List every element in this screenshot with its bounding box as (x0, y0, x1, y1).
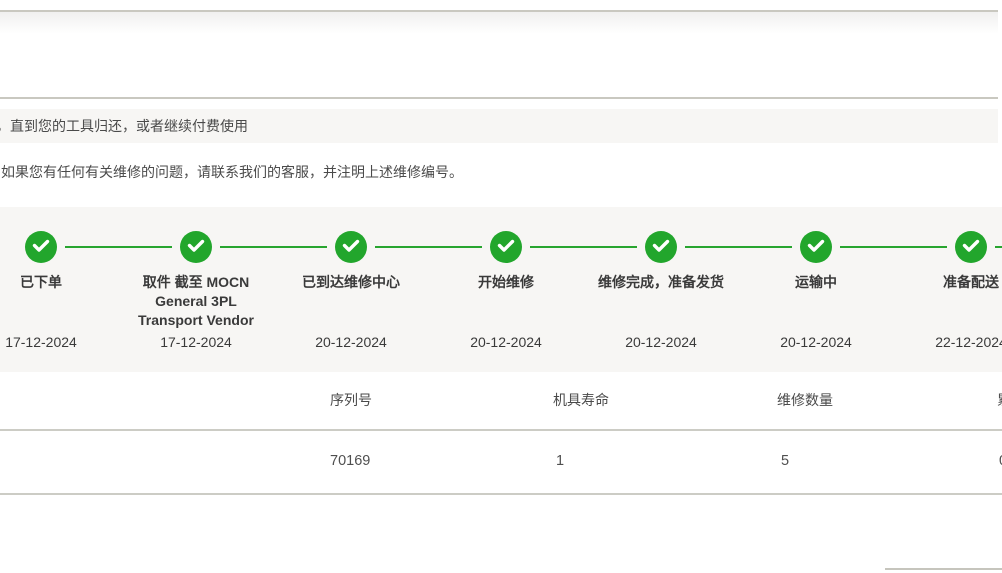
step-date: 20-12-2024 (303, 334, 399, 350)
note-row-text: ，直到您的工具归还，或者继续付费使用 (0, 109, 248, 143)
table-column-header: 序列号 (330, 372, 372, 429)
check-icon (490, 229, 522, 266)
step-date: 20-12-2024 (613, 334, 709, 350)
note-row-highlighted: ，直到您的工具归还，或者继续付费使用 (0, 109, 998, 143)
table-cell: 1 (556, 429, 564, 494)
step-complete-circle (800, 231, 832, 263)
step-date: 20-12-2024 (458, 334, 554, 350)
step-date: 17-12-2024 (148, 334, 244, 350)
step-label: 取件 截至 MOCN General 3PL Transport Vendor (130, 273, 262, 330)
note-line2: 如果您有任何有关维修的问题，请联系我们的客服，并注明上述维修编号。 (1, 162, 463, 182)
step-label: 准备配送 (905, 273, 1002, 292)
step-complete-circle (645, 231, 677, 263)
clipped-text-fragment: ， (0, 118, 10, 134)
check-icon (25, 229, 57, 266)
check-icon (645, 229, 677, 266)
table-row-divider (0, 493, 1002, 495)
step-label: 已到达维修中心 (285, 273, 417, 292)
step-complete-circle (180, 231, 212, 263)
repair-tracking-page: ，直到您的工具归还，或者继续付费使用 如果您有任何有关维修的问题，请联系我们的客… (0, 0, 1002, 573)
note-line1: 直到您的工具归还，或者继续付费使用 (10, 118, 248, 134)
step-label: 开始维修 (440, 273, 572, 292)
step-date: 20-12-2024 (768, 334, 864, 350)
timeline-connector (65, 246, 172, 248)
step-date: 22-12-2024 (923, 334, 1002, 350)
table-header-divider (0, 429, 1002, 431)
step-label: 已下单 (0, 273, 107, 292)
table-column-header: 机具寿命 (553, 372, 609, 429)
repair-status-timeline: 已下单 17-12-2024 取件 截至 MOCN General 3PL Tr… (0, 207, 1002, 372)
timeline-connector (995, 246, 1002, 248)
repair-detail-table: 序列号机具寿命维修数量7016915累0 (0, 372, 1002, 573)
table-column-header: 维修数量 (777, 372, 833, 429)
check-icon (180, 229, 212, 266)
timeline-connector (685, 246, 792, 248)
top-divider-shadow (0, 12, 998, 34)
step-date: 17-12-2024 (0, 334, 89, 350)
check-icon (800, 229, 832, 266)
step-complete-circle (335, 231, 367, 263)
step-label: 运输中 (750, 273, 882, 292)
step-complete-circle (25, 231, 57, 263)
horizontal-scrollbar-thumb[interactable] (885, 568, 1002, 570)
timeline-connector (375, 246, 482, 248)
check-icon (955, 229, 987, 266)
section-divider (0, 97, 998, 99)
table-cell: 70169 (330, 429, 370, 494)
step-complete-circle (490, 231, 522, 263)
table-cell: 5 (781, 429, 789, 494)
timeline-connector (220, 246, 327, 248)
step-label: 维修完成，准备发货 (595, 273, 727, 292)
step-complete-circle (955, 231, 987, 263)
timeline-connector (530, 246, 637, 248)
timeline-connector (840, 246, 947, 248)
table-column-header-clipped: 累 (997, 372, 1002, 429)
check-icon (335, 229, 367, 266)
